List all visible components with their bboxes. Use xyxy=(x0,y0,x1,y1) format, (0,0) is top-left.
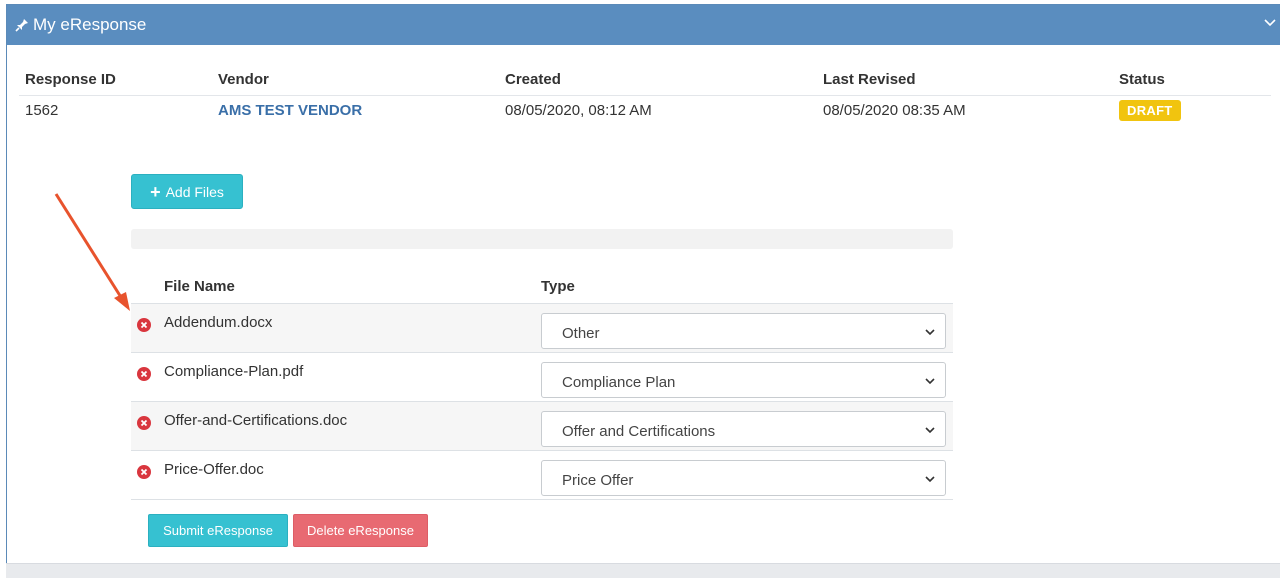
file-type-value: Offer and Certifications xyxy=(562,423,716,440)
file-name: Offer-and-Certifications.doc xyxy=(164,412,348,429)
file-type-value: Compliance Plan xyxy=(562,374,676,391)
summary-data-row: 1562 AMS TEST VENDOR 08/05/2020, 08:12 A… xyxy=(19,96,1271,124)
file-row: Compliance-Plan.pdf Compliance Plan xyxy=(131,353,953,402)
page-title: My eResponse xyxy=(33,15,147,34)
chevron-down-icon xyxy=(925,427,935,434)
remove-file-icon[interactable] xyxy=(137,367,151,381)
summary-header-row: Response ID Vendor Created Last Revised … xyxy=(19,67,1271,96)
header-status: Status xyxy=(1119,71,1165,88)
response-id-value: 1562 xyxy=(25,102,59,119)
panel-title-wrap: My eResponse xyxy=(15,15,146,35)
pin-icon xyxy=(15,19,28,32)
remove-file-icon[interactable] xyxy=(137,318,151,332)
file-name: Addendum.docx xyxy=(164,314,273,331)
files-table: File Name Type Addendum.docx Other Compl… xyxy=(131,273,953,500)
header-created: Created xyxy=(505,71,561,88)
add-files-label: Add Files xyxy=(165,183,224,200)
file-type-value: Other xyxy=(562,325,600,342)
chevron-down-icon xyxy=(925,329,935,336)
last-revised-value: 08/05/2020 08:35 AM xyxy=(823,102,966,119)
file-type-select[interactable]: Other xyxy=(541,313,946,349)
status-badge: DRAFT xyxy=(1119,100,1181,121)
chevron-down-icon xyxy=(925,378,935,385)
header-type: Type xyxy=(541,278,575,295)
remove-file-icon[interactable] xyxy=(137,416,151,430)
file-row: Offer-and-Certifications.doc Offer and C… xyxy=(131,402,953,451)
annotation-arrow xyxy=(54,193,130,311)
file-name: Price-Offer.doc xyxy=(164,461,264,478)
file-type-value: Price Offer xyxy=(562,472,634,489)
created-value: 08/05/2020, 08:12 AM xyxy=(505,102,652,119)
file-name: Compliance-Plan.pdf xyxy=(164,363,304,380)
submit-eresponse-button[interactable]: Submit eResponse xyxy=(148,514,288,547)
file-type-select[interactable]: Price Offer xyxy=(541,460,946,496)
panel-footer xyxy=(6,563,1280,578)
form-actions: Submit eResponse Delete eResponse xyxy=(148,514,428,547)
delete-eresponse-button[interactable]: Delete eResponse xyxy=(293,514,428,547)
header-file-name: File Name xyxy=(164,278,235,295)
file-type-select[interactable]: Offer and Certifications xyxy=(541,411,946,447)
remove-file-icon[interactable] xyxy=(137,465,151,479)
plus-icon: + xyxy=(150,181,161,202)
upload-progress-area xyxy=(131,229,953,249)
file-row: Addendum.docx Other xyxy=(131,304,953,353)
header-response-id: Response ID xyxy=(25,71,116,88)
chevron-down-icon[interactable] xyxy=(1263,15,1277,29)
response-summary-table: Response ID Vendor Created Last Revised … xyxy=(19,67,1271,124)
panel-header[interactable]: My eResponse xyxy=(7,5,1280,45)
chevron-down-icon xyxy=(925,476,935,483)
files-header-row: File Name Type xyxy=(131,273,953,304)
add-files-button[interactable]: + Add Files xyxy=(131,174,243,209)
file-type-select[interactable]: Compliance Plan xyxy=(541,362,946,398)
header-vendor: Vendor xyxy=(218,71,269,88)
vendor-link[interactable]: AMS TEST VENDOR xyxy=(218,102,362,119)
file-row: Price-Offer.doc Price Offer xyxy=(131,451,953,500)
header-last-revised: Last Revised xyxy=(823,71,916,88)
